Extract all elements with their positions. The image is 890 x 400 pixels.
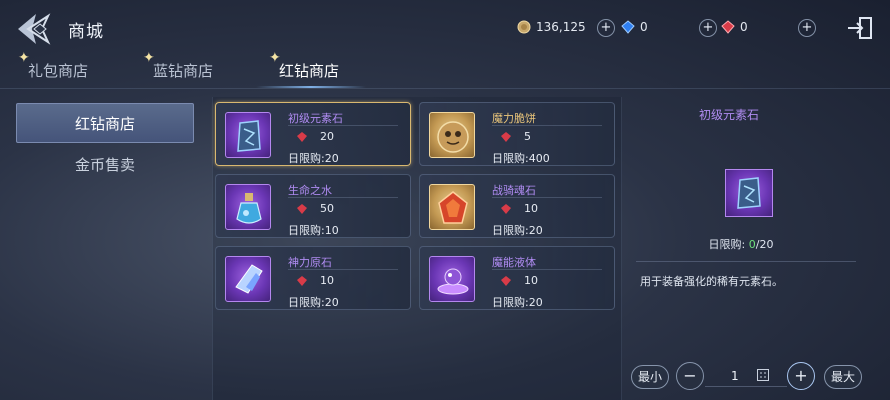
price-value: 10 [524, 202, 538, 215]
back-button[interactable] [14, 10, 54, 48]
limit-max: /20 [755, 238, 774, 251]
tab-label: 礼包商店 [28, 62, 89, 80]
increase-button[interactable]: + [787, 362, 815, 390]
sparkle-icon: ✦ [143, 50, 155, 66]
divider [492, 125, 602, 126]
red-diamond-icon [297, 203, 307, 214]
item-name: 魔能液体 [492, 256, 536, 269]
header-divider [0, 88, 890, 89]
detail-item-name: 初级元素石 [698, 108, 759, 122]
mount-soulstone-icon [429, 184, 475, 230]
element-stone-icon [225, 112, 271, 158]
blue-diamond-amount: 0 [640, 20, 648, 34]
divider [492, 197, 602, 198]
blue-diamond-icon [621, 20, 635, 34]
divine-ore-icon [225, 256, 271, 302]
tab-blue-diamond-shop[interactable]: ✦ 蓝钻商店 [143, 50, 214, 81]
element-stone-icon [725, 169, 773, 217]
item-price: 10 [492, 274, 538, 287]
price-value: 20 [320, 130, 334, 143]
quantity-input[interactable] [705, 365, 787, 387]
item-price: 50 [288, 202, 334, 215]
quantity-value: 1 [731, 369, 739, 383]
price-value: 50 [320, 202, 334, 215]
item-price: 10 [492, 202, 538, 215]
item-card[interactable]: 初级元素石 20 日限购:20 [215, 102, 411, 166]
page-title: 商城 [68, 22, 104, 42]
price-value: 10 [524, 274, 538, 287]
min-quantity-button[interactable]: 最小 [631, 365, 670, 389]
daily-limit: 日限购:10 [288, 224, 339, 237]
red-diamond-icon [297, 275, 307, 286]
sidebar-item-label: 金币售卖 [74, 156, 135, 174]
item-price: 20 [288, 130, 334, 143]
life-water-icon [225, 184, 271, 230]
tab-label: 红钻商店 [279, 62, 340, 80]
item-card[interactable]: 魔能液体 10 日限购:20 [419, 246, 615, 310]
divider [288, 269, 398, 270]
price-value: 10 [320, 274, 334, 287]
item-card[interactable]: 生命之水 50 日限购:10 [215, 174, 411, 238]
daily-limit: 日限购:20 [288, 296, 339, 309]
tab-label: 蓝钻商店 [153, 62, 214, 80]
blue-diamond-currency: 0 [621, 20, 648, 34]
item-name: 神力原石 [288, 256, 332, 269]
item-card[interactable]: 魔力脆饼 5 日限购:400 [419, 102, 615, 166]
back-arrow-icon [18, 13, 51, 45]
limit-label: 日限购: [708, 238, 749, 251]
red-diamond-icon [721, 20, 735, 34]
add-blue-diamond-button[interactable]: + [699, 19, 717, 37]
price-value: 5 [524, 130, 531, 143]
detail-daily-limit: 日限购: 0/20 [624, 236, 858, 252]
item-card[interactable]: 神力原石 10 日限购:20 [215, 246, 411, 310]
daily-limit: 日限购:400 [492, 152, 550, 165]
gold-currency: 136,125 [517, 20, 586, 34]
red-diamond-icon [501, 131, 511, 142]
item-price: 10 [288, 274, 334, 287]
item-price: 5 [492, 130, 531, 143]
red-diamond-icon [297, 131, 307, 142]
daily-limit: 日限购:20 [288, 152, 339, 165]
add-red-diamond-button[interactable]: + [798, 19, 816, 37]
red-diamond-amount: 0 [740, 20, 748, 34]
tab-red-diamond-shop[interactable]: ✦ 红钻商店 [269, 50, 340, 81]
exit-door-icon [848, 17, 872, 39]
keypad-icon[interactable] [757, 369, 769, 381]
item-name: 战骑魂石 [492, 184, 536, 197]
exit-button[interactable] [846, 15, 874, 41]
item-name: 生命之水 [288, 184, 332, 197]
divider [288, 197, 398, 198]
sidebar-item-label: 红钻商店 [74, 115, 135, 133]
top-bar: 商城 136,125 + 0 + 0 + [0, 0, 890, 55]
tab-gift-shop[interactable]: ✦ 礼包商店 [18, 50, 89, 81]
magic-biscuit-icon [429, 112, 475, 158]
red-diamond-icon [501, 275, 511, 286]
decrease-button[interactable]: − [676, 362, 704, 390]
sparkle-icon: ✦ [18, 50, 30, 66]
divider [492, 269, 602, 270]
gold-amount: 136,125 [536, 20, 586, 34]
limit-current: 0 [748, 238, 756, 251]
daily-limit: 日限购:20 [492, 224, 543, 237]
detail-description: 用于装备强化的稀有元素石。 [640, 275, 783, 288]
max-quantity-button[interactable]: 最大 [824, 365, 863, 389]
divider [288, 125, 398, 126]
daily-limit: 日限购:20 [492, 296, 543, 309]
red-diamond-icon [501, 203, 511, 214]
add-gold-button[interactable]: + [597, 19, 615, 37]
item-name: 魔力脆饼 [492, 112, 536, 125]
divider [636, 261, 856, 262]
sparkle-icon: ✦ [269, 50, 281, 66]
sidebar-item-gold-sale[interactable]: 金币售卖 [16, 145, 194, 185]
mana-liquid-icon [429, 256, 475, 302]
item-name: 初级元素石 [288, 112, 343, 125]
sidebar-item-red-diamond-shop[interactable]: 红钻商店 [16, 103, 194, 143]
red-diamond-currency: 0 [721, 20, 748, 34]
item-card[interactable]: 战骑魂石 10 日限购:20 [419, 174, 615, 238]
item-detail-panel: 初级元素石 日限购: 0/20 用于装备强化的稀有元素石。 [624, 97, 890, 400]
gold-coin-icon [517, 20, 531, 34]
